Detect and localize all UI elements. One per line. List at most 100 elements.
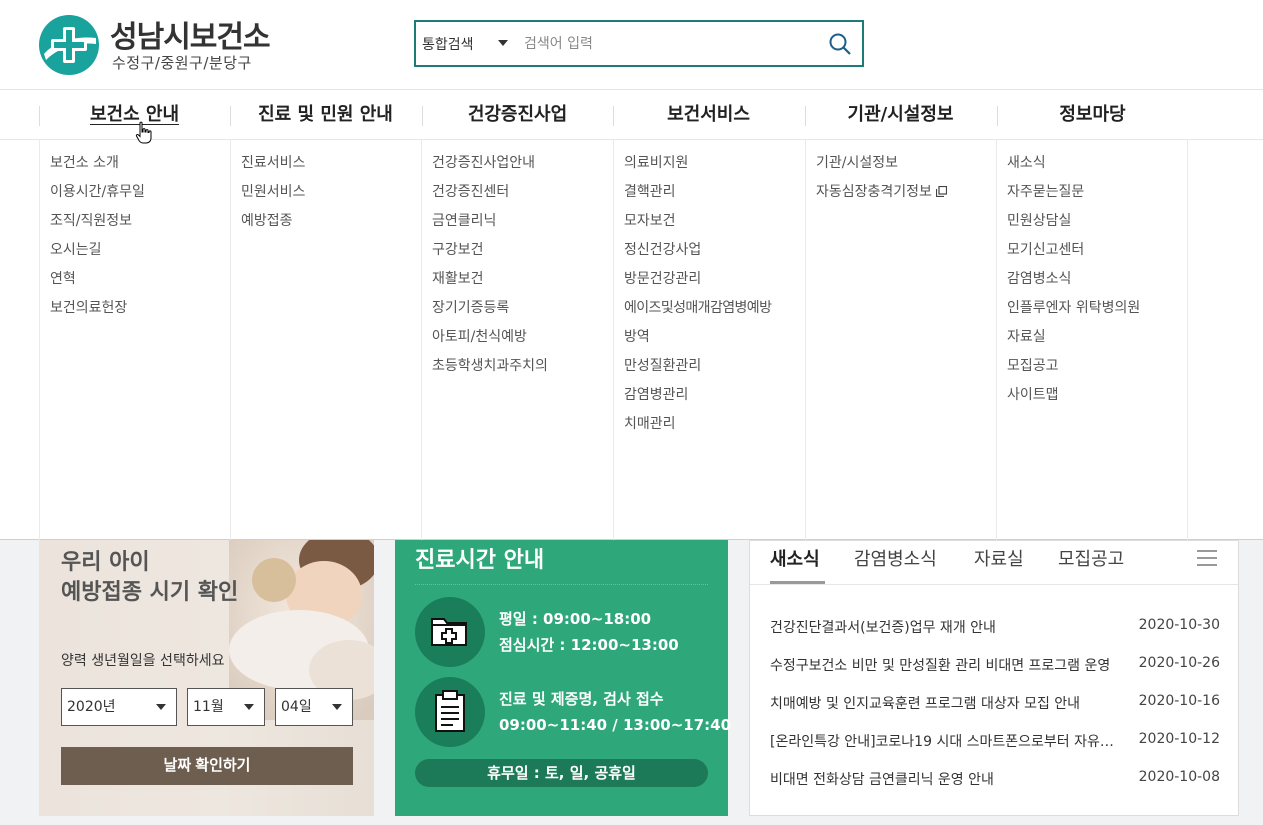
submenu-item[interactable]: 재활보건 (432, 268, 613, 297)
news-item[interactable]: 건강진단결과서(보건증)업무 재개 안내 2020-10-30 (770, 617, 1220, 641)
vaccination-title: 우리 아이 예방접종 시기 확인 (61, 548, 238, 608)
submenu-item[interactable]: 보건의료헌장 (50, 297, 231, 326)
nav-item-label: 정보마당 (1059, 104, 1126, 125)
year-select[interactable]: 2020년 (61, 688, 177, 726)
chevron-down-icon (156, 704, 166, 710)
reception-time-text: 09:00~11:40 / 13:00~17:40 (499, 716, 732, 734)
submenu-item[interactable]: 민원서비스 (241, 181, 422, 210)
submenu-item[interactable]: 초등학생치과주치의 (432, 355, 613, 384)
submenu-item[interactable]: 오시는길 (50, 239, 231, 268)
nav-item-health-service[interactable]: 보건서비스 (613, 90, 804, 140)
news-title: 치매예방 및 인지교육훈련 프로그램 대상자 모집 안내 (770, 696, 1081, 712)
search-category-select[interactable]: 통합검색 (422, 34, 474, 54)
nav-item-treatment[interactable]: 진료 및 민원 안내 (230, 90, 421, 140)
submenu-item[interactable]: 사이트맵 (1007, 384, 1187, 413)
news-date: 2020-10-30 (1138, 617, 1220, 633)
tab-infectious-disease[interactable]: 감염병소식 (854, 545, 937, 571)
news-board: 새소식 감염병소식 자료실 모집공고 건강진단결과서(보건증)업무 재개 안내 … (749, 540, 1239, 816)
vaccination-title-line1: 우리 아이 (61, 550, 150, 575)
submenu-column: 건강증진사업안내 건강증진센터 금연클리닉 구강보건 재활보건 장기기증등록 아… (421, 140, 613, 540)
clipboard-icon (415, 677, 485, 747)
submenu-item[interactable]: 건강증진센터 (432, 181, 613, 210)
search-icon[interactable] (828, 32, 852, 56)
news-item[interactable]: 비대면 전화상담 금연클리닉 운영 안내 2020-10-08 (770, 769, 1220, 793)
news-item[interactable]: [온라인특강 안내]코로나19 시대 스마트폰으로부터 자유로워지기 2020-… (770, 731, 1220, 755)
submenu-item[interactable]: 금연클리닉 (432, 210, 613, 239)
submenu-item[interactable]: 연혁 (50, 268, 231, 297)
clinic-hours-title: 진료시간 안내 (415, 548, 545, 573)
submenu-item[interactable]: 장기기증등록 (432, 297, 613, 326)
mega-menu: 보건소 소개 이용시간/휴무일 조직/직원정보 오시는길 연혁 보건의료헌장 진… (0, 140, 1263, 540)
nav-item-label: 보건서비스 (667, 104, 750, 125)
submenu-item[interactable]: 방문건강관리 (624, 268, 805, 297)
submenu-item[interactable]: 감염병관리 (624, 384, 805, 413)
submenu-item[interactable]: 예방접종 (241, 210, 422, 239)
news-date: 2020-10-12 (1138, 731, 1220, 747)
search-input[interactable] (524, 32, 814, 56)
divider (415, 584, 708, 585)
submenu-item[interactable]: 에이즈및성매개감염병예방 (624, 297, 805, 326)
submenu-item[interactable]: 인플루엔자 위탁병의원 (1007, 297, 1187, 326)
submenu-item[interactable]: 자주묻는질문 (1007, 181, 1187, 210)
nav-item-label: 진료 및 민원 안내 (258, 104, 393, 125)
submenu-item[interactable]: 진료서비스 (241, 152, 422, 181)
nav-item-info[interactable]: 정보마당 (997, 90, 1188, 140)
submenu-item[interactable]: 모자보건 (624, 210, 805, 239)
submenu-item[interactable]: 자료실 (1007, 326, 1187, 355)
submenu-item[interactable]: 방역 (624, 326, 805, 355)
submenu-item[interactable]: 모기신고센터 (1007, 239, 1187, 268)
submenu-item[interactable]: 아토피/천식예방 (432, 326, 613, 355)
news-title: [온라인특강 안내]코로나19 시대 스마트폰으로부터 자유로워지기 (770, 734, 1120, 750)
main-navigation: 보건소 안내 진료 및 민원 안내 건강증진사업 보건서비스 기관/시설정보 정… (0, 90, 1263, 140)
new-window-icon (935, 186, 947, 197)
submenu-list: 새소식 자주묻는질문 민원상담실 모기신고센터 감염병소식 인플루엔자 위탁병의… (997, 140, 1187, 413)
check-date-button[interactable]: 날짜 확인하기 (61, 747, 353, 785)
submenu-item[interactable]: 정신건강사업 (624, 239, 805, 268)
search-box: 통합검색 (414, 20, 864, 67)
day-select[interactable]: 04일 (275, 688, 353, 726)
year-select-value: 2020년 (67, 699, 116, 715)
news-item[interactable]: 수정구보건소 비만 및 만성질환 관리 비대면 프로그램 운영 2020-10-… (770, 655, 1220, 679)
tab-resources[interactable]: 자료실 (974, 545, 1024, 571)
vaccination-guide-text: 양력 생년월일을 선택하세요 (61, 653, 225, 669)
nav-item-facilities[interactable]: 기관/시설정보 (805, 90, 996, 140)
submenu-column: 기관/시설정보 자동심장충격기정보 (805, 140, 997, 540)
menu-icon[interactable] (1196, 549, 1218, 567)
lunch-hours-text: 점심시간 : 12:00~13:00 (499, 636, 679, 654)
submenu-item[interactable]: 결핵관리 (624, 181, 805, 210)
tab-news[interactable]: 새소식 (770, 545, 820, 571)
news-date: 2020-10-26 (1138, 655, 1220, 671)
submenu-item[interactable]: 조직/직원정보 (50, 210, 231, 239)
vaccination-title-line2: 예방접종 시기 확인 (61, 580, 239, 605)
chevron-down-icon (332, 704, 342, 710)
submenu-item[interactable]: 민원상담실 (1007, 210, 1187, 239)
submenu-column: 새소식 자주묻는질문 민원상담실 모기신고센터 감염병소식 인플루엔자 위탁병의… (996, 140, 1188, 540)
weekday-hours-text: 평일 : 09:00~18:00 (499, 610, 652, 628)
site-logo[interactable]: 성남시보건소 수정구/중원구/분당구 (38, 12, 288, 76)
submenu-item[interactable]: 새소식 (1007, 152, 1187, 181)
submenu-item[interactable]: 만성질환관리 (624, 355, 805, 384)
submenu-item[interactable]: 보건소 소개 (50, 152, 231, 181)
submenu-column: 보건소 소개 이용시간/휴무일 조직/직원정보 오시는길 연혁 보건의료헌장 (39, 140, 231, 540)
submenu-item[interactable]: 구강보건 (432, 239, 613, 268)
submenu-item[interactable]: 치매관리 (624, 413, 805, 442)
news-title: 비대면 전화상담 금연클리닉 운영 안내 (770, 772, 994, 788)
submenu-item[interactable]: 이용시간/휴무일 (50, 181, 231, 210)
nav-item-health-promotion[interactable]: 건강증진사업 (422, 90, 613, 140)
news-item[interactable]: 치매예방 및 인지교육훈련 프로그램 대상자 모집 안내 2020-10-16 (770, 693, 1220, 717)
submenu-item-aed[interactable]: 자동심장충격기정보 (816, 181, 997, 210)
submenu-list: 의료비지원 결핵관리 모자보건 정신건강사업 방문건강관리 에이즈및성매개감염병… (614, 140, 805, 442)
submenu-list: 진료서비스 민원서비스 예방접종 (231, 140, 422, 239)
chevron-down-icon[interactable] (498, 40, 508, 46)
submenu-item[interactable]: 의료비지원 (624, 152, 805, 181)
month-select-value: 11월 (193, 699, 224, 715)
submenu-item[interactable]: 기관/시설정보 (816, 152, 997, 181)
chevron-down-icon (244, 704, 254, 710)
submenu-item[interactable]: 건강증진사업안내 (432, 152, 613, 181)
submenu-item[interactable]: 모집공고 (1007, 355, 1187, 384)
tab-recruitment[interactable]: 모집공고 (1058, 545, 1124, 571)
submenu-list: 건강증진사업안내 건강증진센터 금연클리닉 구강보건 재활보건 장기기증등록 아… (422, 140, 613, 384)
logo-cross-icon (39, 15, 99, 75)
month-select[interactable]: 11월 (187, 688, 265, 726)
submenu-item[interactable]: 감염병소식 (1007, 268, 1187, 297)
